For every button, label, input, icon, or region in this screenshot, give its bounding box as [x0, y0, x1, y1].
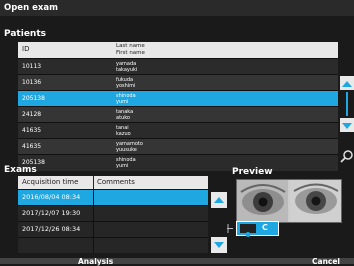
patient-first-name: atuko	[116, 115, 130, 121]
column-header-acquisition-time[interactable]: Acquisition time	[18, 176, 93, 189]
exam-row[interactable]: 2017/12/07 19:30	[18, 205, 208, 221]
patient-id: 41635	[22, 127, 42, 134]
patient-id: 205138	[22, 95, 45, 102]
column-divider	[93, 189, 94, 253]
preview-panel	[236, 179, 342, 223]
exam-acquisition-time: 2016/08/04 08:34	[22, 193, 81, 201]
patient-first-name: yoshimi	[116, 83, 136, 89]
patient-row[interactable]: 205138 shinoda yumi	[18, 154, 338, 171]
patients-table-header: ID Last name First name	[18, 42, 338, 58]
arrow-up-icon	[214, 197, 224, 203]
patient-row[interactable]: 10136 fukuda yoshimi	[18, 74, 338, 91]
arrow-down-icon	[214, 242, 224, 248]
eye-toggle-button[interactable]: C	[236, 221, 279, 237]
exam-row[interactable]: 2017/12/26 08:34	[18, 221, 208, 237]
column-header-comments[interactable]: Comments	[94, 176, 208, 189]
exams-section-label: Exams	[4, 165, 37, 175]
arrow-up-icon	[342, 81, 352, 87]
patient-first-name: yumi	[116, 163, 129, 169]
patient-id: 10113	[22, 63, 42, 70]
patient-first-name: yumi	[116, 99, 129, 105]
patients-section-label: Patients	[4, 29, 46, 39]
patient-row[interactable]: 24128 tanaka atuko	[18, 106, 338, 123]
radio-dot-icon	[245, 232, 251, 237]
exam-row[interactable]	[18, 237, 208, 253]
exam-acquisition-time: 2017/12/07 19:30	[22, 209, 81, 217]
patient-first-name: yuusuke	[116, 147, 137, 153]
bracket-connector-icon	[227, 218, 233, 233]
patient-id: 24128	[22, 111, 42, 118]
search-icon	[340, 150, 353, 163]
column-header-last-name: Last name	[116, 43, 145, 49]
exams-table: Acquisition time Comments 2016/08/04 08:…	[18, 176, 208, 253]
patient-row[interactable]: 10113 yamada takayuki	[18, 58, 338, 75]
patient-row[interactable]: 41635 yamamoto yuusuke	[18, 138, 338, 155]
patient-row[interactable]: 41635 tanai kazuo	[18, 122, 338, 139]
exams-scroll-up-button[interactable]	[211, 192, 227, 208]
toggle-indicator	[240, 224, 256, 237]
column-header-name[interactable]: Last name First name	[116, 43, 145, 56]
patient-row-selected[interactable]: 205138 shinoda yumi	[18, 90, 338, 107]
bottom-toolbar	[0, 258, 354, 264]
scroll-indicator[interactable]	[346, 92, 348, 116]
patient-first-name: takayuki	[116, 67, 138, 73]
scroll-up-button[interactable]	[340, 76, 354, 90]
window-title: Open exam	[0, 0, 354, 16]
search-button[interactable]	[339, 149, 354, 164]
exam-acquisition-time: 2017/12/26 08:34	[22, 225, 81, 233]
patient-id: 10136	[22, 79, 42, 86]
scroll-down-button[interactable]	[340, 118, 354, 132]
arrow-down-icon	[342, 123, 352, 129]
patient-id: 41635	[22, 143, 42, 150]
column-header-id[interactable]: ID	[22, 45, 29, 53]
eye-images	[237, 180, 341, 222]
exam-row-selected[interactable]: 2016/08/04 08:34	[18, 189, 208, 205]
exams-scroll-down-button[interactable]	[211, 237, 227, 253]
patient-first-name: kazuo	[116, 131, 131, 137]
toggle-label: C	[262, 223, 268, 232]
preview-section-label: Preview	[232, 167, 273, 177]
column-header-first-name: First name	[116, 49, 145, 56]
